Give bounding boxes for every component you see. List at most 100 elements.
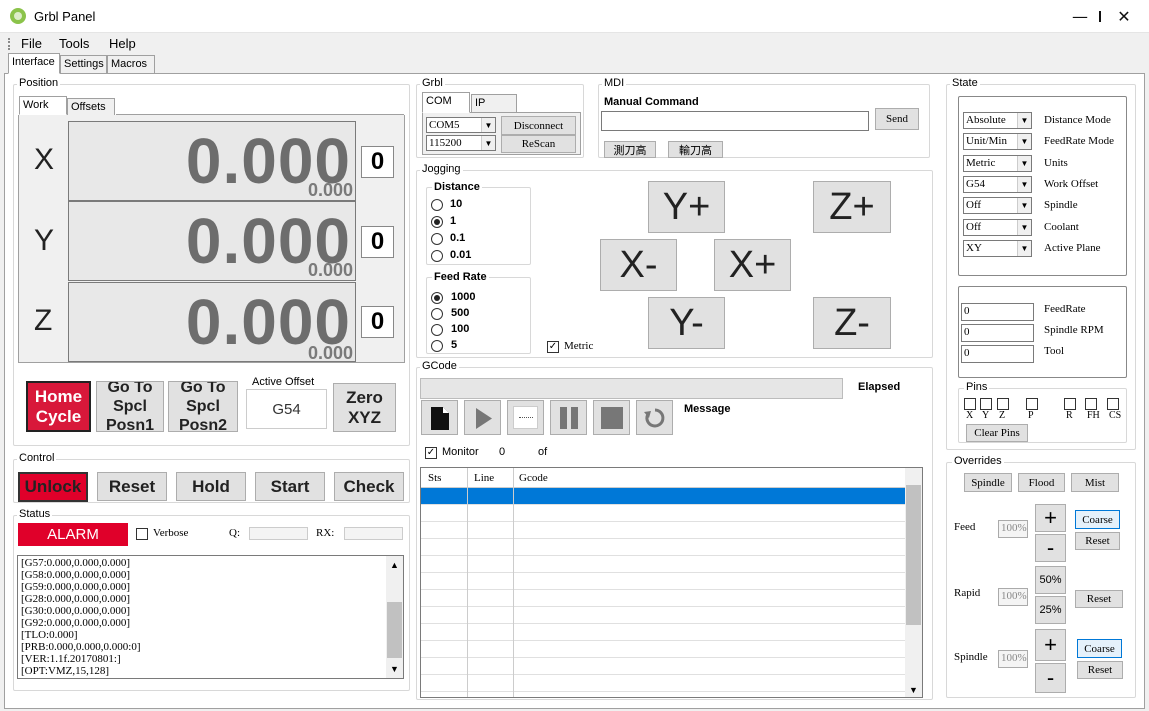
menu-tools[interactable]: Tools [59, 36, 89, 51]
tab-settings[interactable]: Settings [60, 55, 107, 74]
state-select[interactable]: Off ▼ [963, 197, 1032, 215]
disconnect-button[interactable]: Disconnect [501, 116, 576, 135]
zero-y-button[interactable]: 0 [361, 226, 394, 258]
com-port-select[interactable]: COM5 ▼ [426, 117, 496, 133]
distance-radio[interactable] [431, 233, 443, 245]
home-cycle-button[interactable]: Home Cycle [26, 381, 91, 432]
goto-posn2-button[interactable]: Go To Spcl Posn2 [168, 381, 238, 432]
hold-button[interactable]: Hold [176, 472, 246, 501]
gcode-grid[interactable]: Sts Line Gcode ▼ [420, 467, 923, 698]
table-row[interactable] [421, 488, 906, 505]
tab-work[interactable]: Work [19, 96, 67, 115]
jog-z-minus-button[interactable]: Z- [813, 297, 891, 349]
scroll-down-icon[interactable]: ▼ [909, 685, 918, 695]
table-row[interactable] [421, 505, 906, 522]
monitor-checkbox[interactable]: ✓ [425, 447, 437, 459]
reset-button[interactable]: Reset [97, 472, 167, 501]
reload-button[interactable] [636, 400, 673, 435]
feed-reset-button[interactable]: Reset [1075, 532, 1120, 550]
table-row[interactable] [421, 607, 906, 624]
rapid-50-button[interactable]: 50% [1035, 566, 1066, 594]
send-button[interactable]: Send [875, 108, 919, 130]
scroll-down-icon[interactable]: ▼ [390, 664, 399, 674]
rapid-25-button[interactable]: 25% [1035, 596, 1066, 624]
table-row[interactable] [421, 675, 906, 692]
rescan-button[interactable]: ReScan [501, 135, 576, 153]
col-line[interactable]: Line [474, 472, 494, 484]
feedrate-radio[interactable] [431, 308, 443, 320]
zero-x-button[interactable]: 0 [361, 146, 394, 178]
tab-ip[interactable]: IP [471, 94, 517, 113]
jog-y-minus-button[interactable]: Y- [648, 297, 725, 349]
flood-toggle-button[interactable]: Flood [1018, 473, 1065, 492]
feedrate-radio[interactable] [431, 292, 443, 304]
feed-coarse-button[interactable]: Coarse [1075, 510, 1120, 529]
step-button[interactable] [507, 400, 544, 435]
distance-radio[interactable] [431, 250, 443, 262]
feed-plus-button[interactable]: + [1035, 504, 1066, 532]
pause-button[interactable] [550, 400, 587, 435]
jog-x-plus-button[interactable]: X+ [714, 239, 791, 291]
status-log[interactable]: [G57:0.000,0.000,0.000] [G58:0.000,0.000,… [17, 555, 404, 679]
open-file-button[interactable] [421, 400, 458, 435]
clear-pins-button[interactable]: Clear Pins [966, 424, 1028, 442]
menu-help[interactable]: Help [109, 36, 136, 51]
state-select[interactable]: Metric ▼ [963, 154, 1032, 172]
table-row[interactable] [421, 573, 906, 590]
tab-macros[interactable]: Macros [107, 55, 155, 74]
metric-checkbox[interactable]: ✓ [547, 341, 559, 353]
menu-file[interactable]: File [21, 36, 42, 51]
state-select[interactable]: Off ▼ [963, 218, 1032, 236]
distance-radio[interactable] [431, 216, 443, 228]
run-button[interactable] [464, 400, 501, 435]
log-scroll-thumb[interactable] [387, 602, 402, 658]
table-row[interactable] [421, 522, 906, 539]
spindle-reset-button[interactable]: Reset [1077, 661, 1123, 679]
spindle-toggle-button[interactable]: Spindle [964, 473, 1012, 492]
mist-toggle-button[interactable]: Mist [1071, 473, 1119, 492]
tab-interface[interactable]: Interface [8, 53, 60, 74]
gcode-scrollbar[interactable]: ▼ [905, 468, 922, 697]
maximize-button[interactable] [1055, 0, 1101, 33]
spindle-coarse-button[interactable]: Coarse [1077, 639, 1122, 658]
state-select[interactable]: Absolute ▼ [963, 112, 1032, 129]
col-gcode[interactable]: Gcode [519, 472, 548, 484]
spindle-minus-button[interactable]: - [1035, 663, 1066, 693]
baud-select[interactable]: 115200 ▼ [426, 135, 496, 151]
state-select[interactable]: XY ▼ [963, 239, 1032, 257]
table-row[interactable] [421, 539, 906, 556]
zero-xyz-button[interactable]: Zero XYZ [333, 383, 396, 432]
table-row[interactable] [421, 641, 906, 658]
measure-tool-height-button[interactable]: 測刀高 [604, 141, 656, 158]
unlock-button[interactable]: Unlock [18, 472, 88, 502]
check-button[interactable]: Check [334, 472, 404, 501]
spindle-plus-button[interactable]: + [1035, 629, 1066, 661]
table-row[interactable] [421, 624, 906, 641]
close-button[interactable]: ✕ [1101, 0, 1147, 33]
gcode-scroll-thumb[interactable] [906, 485, 921, 625]
start-button[interactable]: Start [255, 472, 325, 501]
goto-posn1-button[interactable]: Go To Spcl Posn1 [96, 381, 164, 432]
input-tool-height-button[interactable]: 輸刀高 [668, 141, 723, 158]
feedrate-radio[interactable] [431, 324, 443, 336]
scroll-up-icon[interactable]: ▲ [390, 560, 399, 570]
verbose-checkbox[interactable] [136, 528, 148, 540]
log-scrollbar[interactable]: ▲ ▼ [386, 556, 403, 678]
jog-z-plus-button[interactable]: Z+ [813, 181, 891, 233]
state-select[interactable]: G54 ▼ [963, 175, 1032, 193]
jog-y-plus-button[interactable]: Y+ [648, 181, 725, 233]
feed-minus-button[interactable]: - [1035, 534, 1066, 562]
table-row[interactable] [421, 556, 906, 573]
tab-offsets[interactable]: Offsets [67, 98, 115, 115]
table-row[interactable] [421, 590, 906, 607]
jog-x-minus-button[interactable]: X- [600, 239, 677, 291]
feedrate-radio[interactable] [431, 340, 443, 352]
stop-button[interactable] [593, 400, 630, 435]
zero-z-button[interactable]: 0 [361, 306, 394, 338]
tab-com[interactable]: COM [422, 92, 470, 113]
distance-radio[interactable] [431, 199, 443, 211]
state-select[interactable]: Unit/Min ▼ [963, 133, 1032, 151]
rapid-reset-button[interactable]: Reset [1075, 590, 1123, 608]
col-sts[interactable]: Sts [428, 472, 441, 484]
manual-command-input[interactable] [601, 111, 869, 131]
